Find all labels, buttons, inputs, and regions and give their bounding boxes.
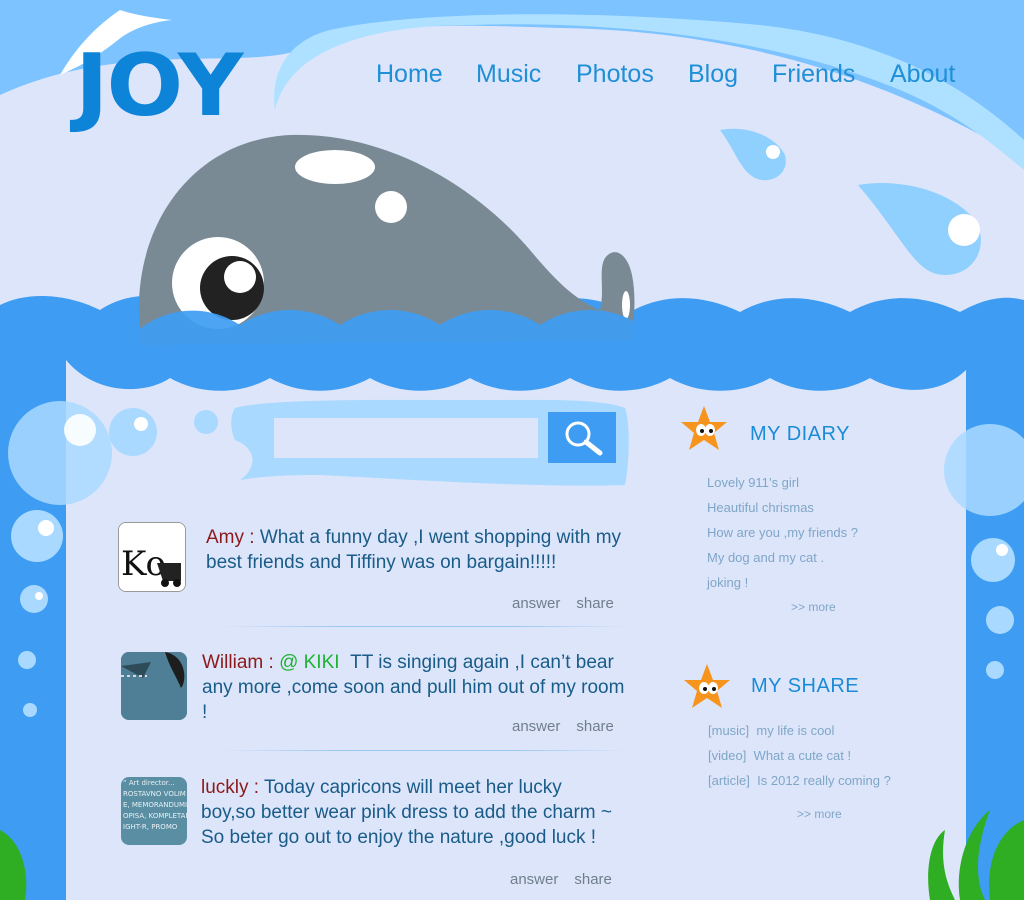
avatar-text-line: OPISA, KOMPLETAN — [123, 812, 187, 820]
nav-photos[interactable]: Photos — [576, 60, 654, 89]
avatar-image — [121, 652, 187, 720]
share-item-text: What a cute cat ! — [753, 748, 852, 763]
answer-link[interactable]: answer — [512, 595, 560, 612]
post-body: William : @ KIKI TT is singing again ,I … — [202, 650, 632, 725]
share-item[interactable]: [video] What a cute cat ! — [708, 748, 851, 763]
post-separator: : — [244, 527, 260, 548]
post-author[interactable]: luckly — [201, 777, 249, 798]
avatar[interactable] — [121, 652, 187, 720]
diary-more-link[interactable]: >> more — [791, 600, 836, 614]
post-actions: answer share — [494, 871, 612, 888]
share-more-link[interactable]: >> more — [797, 807, 842, 821]
avatar-text-line: “ Art director... — [123, 779, 175, 787]
share-item[interactable]: [article] Is 2012 really coming ? — [708, 773, 891, 788]
diary-title: MY DIARY — [750, 423, 850, 445]
answer-link[interactable]: answer — [512, 718, 560, 735]
diary-item[interactable]: Lovely 911’s girl — [707, 475, 799, 490]
star-icon — [684, 664, 730, 708]
avatar[interactable]: Ko — [118, 522, 186, 592]
star-icon — [681, 406, 727, 450]
diary-item[interactable]: My dog and my cat . — [707, 550, 824, 565]
post-separator: : — [263, 652, 280, 673]
post-text: What a funny day ,I went shopping with m… — [206, 527, 622, 573]
logo[interactable]: JOY — [75, 36, 243, 136]
post-mention[interactable]: @ KIKI — [279, 652, 339, 673]
nav-friends[interactable]: Friends — [772, 60, 855, 89]
avatar-text-line: E, MEMORANDUMI — [123, 801, 187, 809]
divider — [220, 626, 630, 627]
share-item-tag: [music] — [708, 723, 750, 738]
post-actions: answer share — [496, 595, 614, 612]
avatar-text-line: ROSTAVNO VOLIM — [123, 790, 186, 798]
search-input[interactable] — [274, 418, 538, 458]
post-body: Amy : What a funny day ,I went shopping … — [206, 525, 636, 575]
avatar-image: Ko — [119, 523, 185, 591]
post-separator: : — [248, 777, 265, 798]
diary-item[interactable]: Heautiful chrismas — [707, 500, 814, 515]
post-actions: answer share — [496, 718, 614, 735]
search-icon — [565, 421, 603, 456]
nav-music[interactable]: Music — [476, 60, 541, 89]
nav-about[interactable]: About — [890, 60, 955, 89]
share-item-text: my life is cool — [756, 723, 835, 738]
nav-home[interactable]: Home — [376, 60, 443, 89]
share-item-tag: [video] — [708, 748, 747, 763]
avatar-text-line: IGHT-R, PROMO — [123, 823, 178, 831]
divider — [220, 750, 630, 751]
share-item[interactable]: [music] my life is cool — [708, 723, 834, 738]
diary-item[interactable]: joking ! — [707, 575, 748, 590]
search-button[interactable] — [548, 412, 616, 463]
share-link[interactable]: share — [576, 718, 614, 735]
share-link[interactable]: share — [574, 871, 612, 888]
post-author[interactable]: William — [202, 652, 263, 673]
avatar[interactable]: “ Art director... ROSTAVNO VOLIM E, MEMO… — [121, 777, 187, 845]
share-item-text: Is 2012 really coming ? — [757, 773, 891, 788]
post-body: luckly : Today capricons will meet her l… — [201, 775, 621, 850]
diary-item[interactable]: How are you ,my friends ? — [707, 525, 858, 540]
share-link[interactable]: share — [576, 595, 614, 612]
share-item-tag: [article] — [708, 773, 750, 788]
post-author[interactable]: Amy — [206, 527, 244, 548]
nav-blog[interactable]: Blog — [688, 60, 738, 89]
answer-link[interactable]: answer — [510, 871, 558, 888]
share-title: MY SHARE — [751, 675, 860, 697]
avatar-image-text: “ Art director... ROSTAVNO VOLIM E, MEMO… — [121, 777, 187, 834]
